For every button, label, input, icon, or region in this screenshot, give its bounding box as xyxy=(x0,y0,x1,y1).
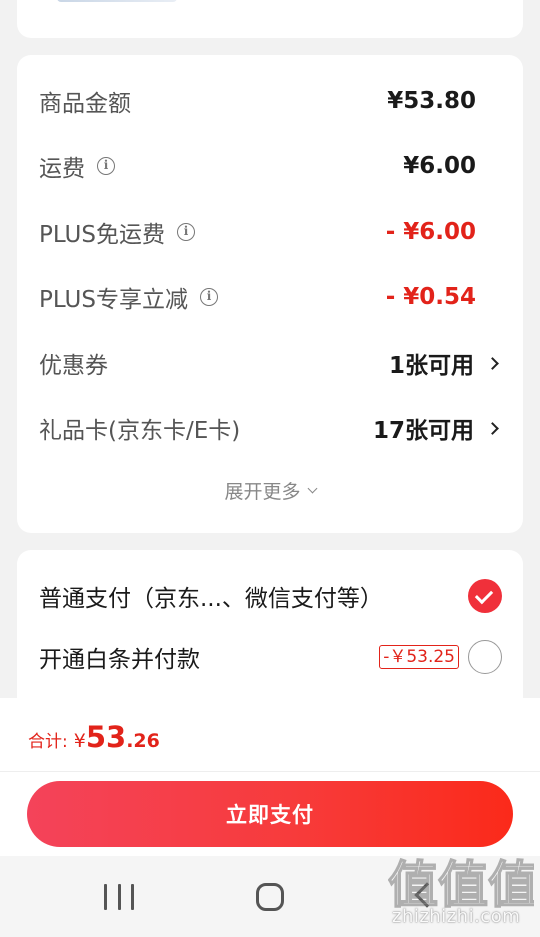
radio-button[interactable] xyxy=(468,640,502,674)
product-card xyxy=(17,0,523,38)
goods-amount-label: 商品金额 xyxy=(39,91,131,117)
product-image xyxy=(57,0,177,2)
price-summary-card: 商品金额 ¥53.80 运费 i ¥6.00 PLUS免运费 i - ¥6.00… xyxy=(17,55,523,533)
coupon-value: 1张可用 xyxy=(388,353,474,379)
row-plus-free-shipping: PLUS免运费 i - ¥6.00 xyxy=(17,212,523,252)
expand-more-label: 展开更多 xyxy=(224,480,301,503)
svg-text:值值值: 值值值 xyxy=(388,856,534,910)
gift-card-label: 礼品卡(京东卡/E卡) xyxy=(39,418,241,444)
payment-option-baitiao[interactable]: 开通白条并付款 -￥53.25 xyxy=(17,635,523,679)
payment-option-label: 普通支付（京东...、微信支付等） xyxy=(39,586,383,612)
gift-card-value: 17张可用 xyxy=(372,418,474,444)
info-icon[interactable]: i xyxy=(176,223,195,241)
row-gift-card[interactable]: 礼品卡(京东卡/E卡) 17张可用 xyxy=(17,408,523,448)
total-integer: 53 xyxy=(85,720,127,754)
info-icon[interactable]: i xyxy=(199,288,218,306)
coupon-label: 优惠券 xyxy=(39,353,108,379)
checkout-bottom-bar: 合计: ¥ 53 .26 立即支付 xyxy=(0,698,540,856)
payment-option-normal[interactable]: 普通支付（京东...、微信支付等） xyxy=(17,574,523,618)
divider xyxy=(0,771,540,772)
shipping-label: 运费 xyxy=(39,156,85,182)
watermark-logo: 值值值 xyxy=(388,855,534,910)
chevron-down-icon xyxy=(307,483,317,493)
row-plus-discount: PLUS专享立减 i - ¥0.54 xyxy=(17,277,523,317)
watermark-text: zhizhizhi.com xyxy=(392,906,521,927)
goods-amount-value: ¥53.80 xyxy=(387,88,476,114)
home-icon[interactable] xyxy=(256,883,284,911)
currency-symbol: ¥ xyxy=(73,730,86,752)
plus-discount-value: - ¥0.54 xyxy=(385,284,476,310)
plus-discount-label: PLUS专享立减 xyxy=(39,287,188,313)
check-icon[interactable] xyxy=(468,579,502,613)
total-decimal: .26 xyxy=(126,730,160,752)
pay-now-button[interactable]: 立即支付 xyxy=(27,781,513,847)
payment-option-label: 开通白条并付款 xyxy=(39,647,200,673)
chevron-right-icon xyxy=(486,421,499,435)
expand-more-button[interactable]: 展开更多 xyxy=(17,475,523,505)
chevron-right-icon xyxy=(486,356,499,370)
recents-icon[interactable] xyxy=(104,884,134,910)
total-price: 合计: ¥ 53 .26 xyxy=(28,720,160,754)
discount-tag: -￥53.25 xyxy=(379,645,459,669)
info-icon[interactable]: i xyxy=(97,157,115,175)
shipping-value: ¥6.00 xyxy=(403,153,476,179)
checkout-screen: 商品金额 ¥53.80 运费 i ¥6.00 PLUS免运费 i - ¥6.00… xyxy=(0,0,540,937)
row-shipping: 运费 i ¥6.00 xyxy=(17,146,523,186)
total-label: 合计: xyxy=(28,732,68,752)
plus-free-shipping-label: PLUS免运费 xyxy=(39,222,165,248)
row-goods-amount: 商品金额 ¥53.80 xyxy=(17,81,523,121)
plus-free-shipping-value: - ¥6.00 xyxy=(385,219,476,245)
row-coupon[interactable]: 优惠券 1张可用 xyxy=(17,343,523,383)
